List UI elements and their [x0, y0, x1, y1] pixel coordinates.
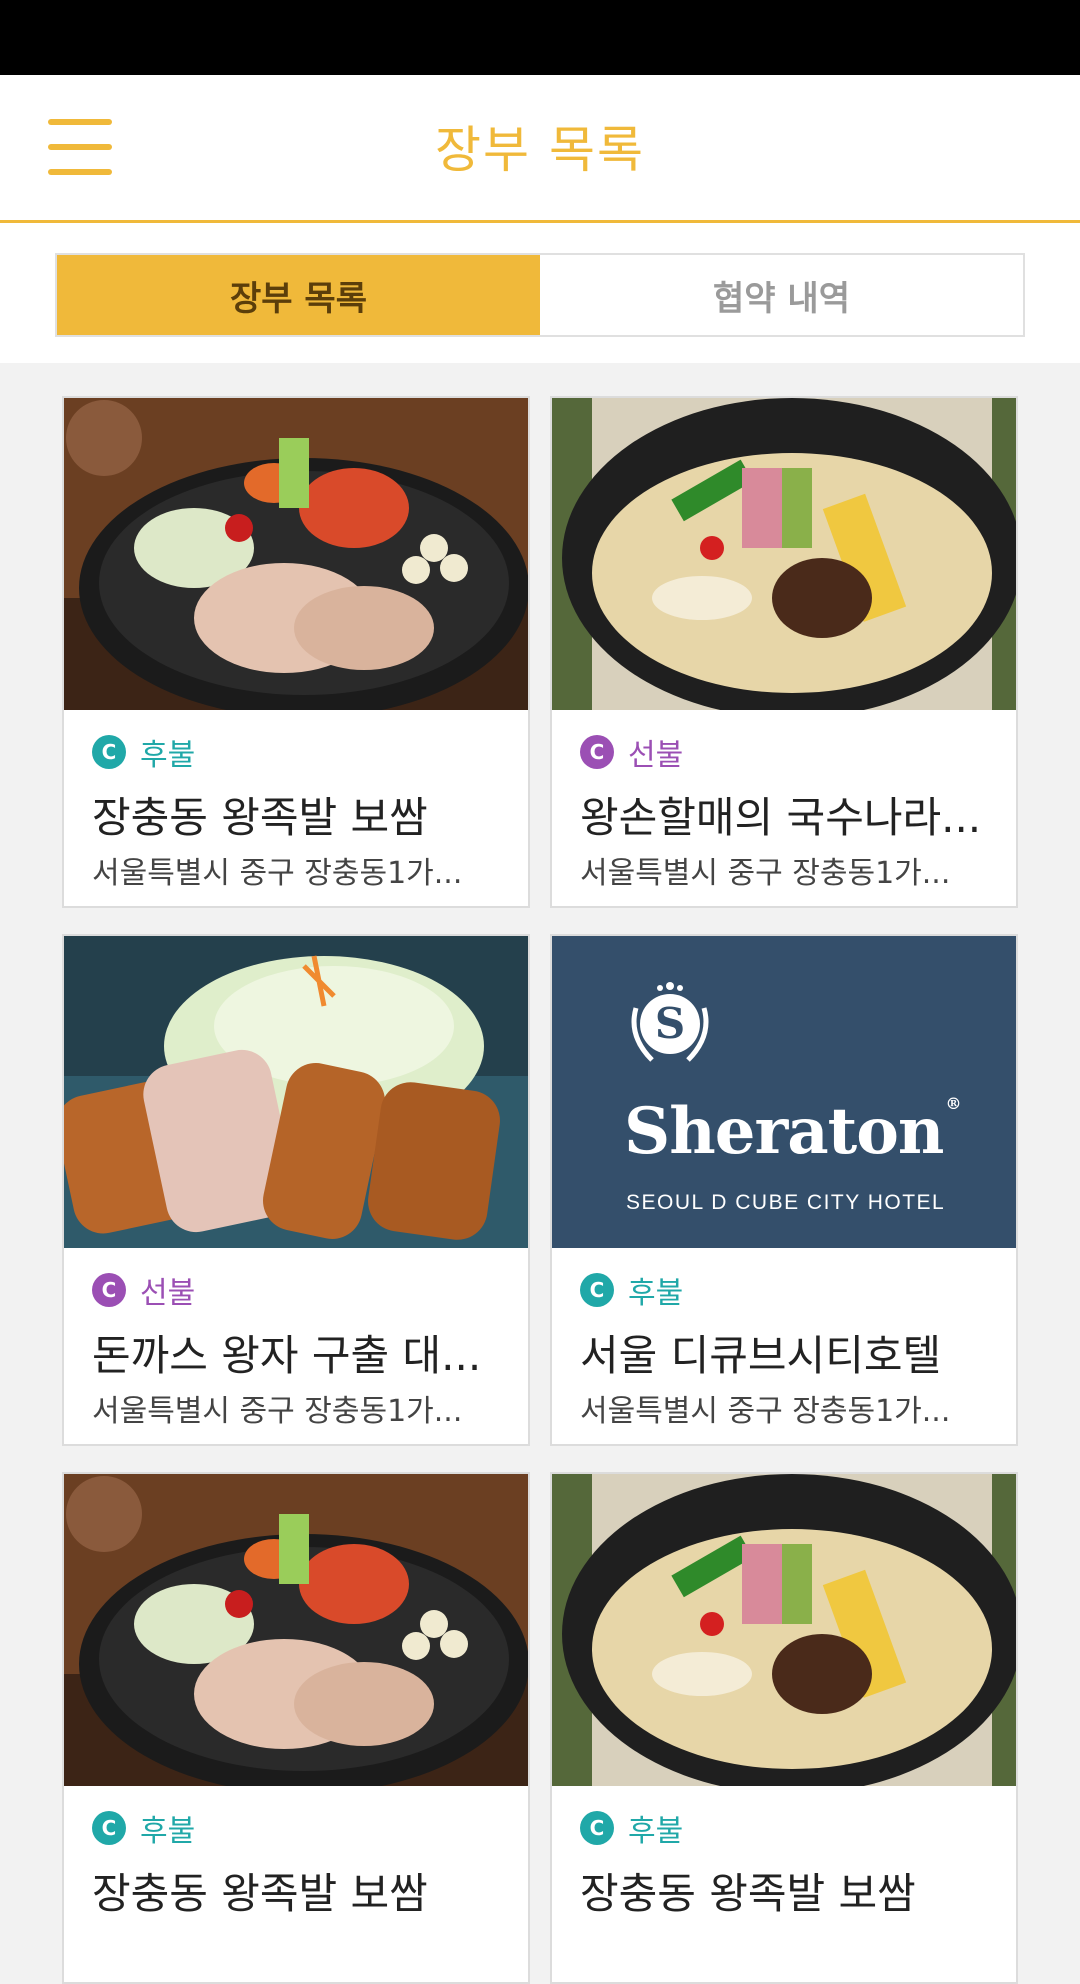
bossam-photo [64, 1474, 528, 1786]
c-circle-icon: C [92, 735, 126, 769]
c-circle-icon: C [580, 1811, 614, 1845]
payment-label: 선불 [140, 1276, 196, 1311]
sheraton-emblem-icon: S [631, 982, 709, 1062]
payment-type: C 선불 [580, 730, 683, 774]
store-address: 서울특별시 중구 장충동1가... [92, 856, 463, 891]
status-bar [0, 0, 1080, 75]
store-name: 장충동 왕족발 보쌈 [92, 1869, 428, 1918]
ledger-grid: C 후불 장충동 왕족발 보쌈 서울특별시 중구 장충동1가... C 선불 왕… [62, 396, 1018, 1984]
payment-label: 후불 [140, 738, 196, 773]
tab-agreement-history[interactable]: 협약 내역 [540, 255, 1023, 335]
store-name: 왕손할매의 국수나라... [580, 793, 982, 842]
sheraton-brand: Sheraton ® [624, 1094, 961, 1169]
tonkatsu-photo [64, 936, 528, 1248]
store-name: 장충동 왕족발 보쌈 [92, 793, 428, 842]
store-name: 장충동 왕족발 보쌈 [580, 1869, 916, 1918]
payment-type: C 후불 [92, 1806, 195, 1850]
ledger-card[interactable]: C 후불 장충동 왕족발 보쌈 [550, 1472, 1018, 1984]
noodle-photo [552, 1474, 1016, 1786]
payment-type: C 후불 [92, 730, 195, 774]
payment-type: C 후불 [580, 1806, 683, 1850]
payment-label: 후불 [628, 1814, 684, 1849]
payment-label: 후불 [140, 1814, 196, 1849]
tabs-area: 장부 목록 협약 내역 [0, 223, 1080, 363]
segmented-control: 장부 목록 협약 내역 [55, 253, 1025, 337]
payment-label: 후불 [628, 1276, 684, 1311]
tab-ledger-list[interactable]: 장부 목록 [57, 255, 540, 335]
store-name: 서울 디큐브시티호텔 [580, 1331, 942, 1380]
ledger-card[interactable]: S Sheraton ® SEOUL D CUBE CITY HOTEL C 후불… [550, 934, 1018, 1446]
ledger-card[interactable]: C 선불 돈까스 왕자 구출 대... 서울특별시 중구 장충동1가... [62, 934, 530, 1446]
svg-text:S: S [655, 999, 685, 1048]
c-circle-icon: C [580, 1273, 614, 1307]
payment-label: 선불 [628, 738, 684, 773]
bossam-photo [64, 398, 528, 710]
c-circle-icon: C [92, 1273, 126, 1307]
c-circle-icon: C [580, 735, 614, 769]
store-address: 서울특별시 중구 장충동1가... [580, 856, 951, 891]
ledger-card[interactable]: C 선불 왕손할매의 국수나라... 서울특별시 중구 장충동1가... [550, 396, 1018, 908]
page-title: 장부 목록 [435, 121, 645, 179]
sheraton-logo: S Sheraton ® SEOUL D CUBE CITY HOTEL [552, 936, 1016, 1248]
ledger-card[interactable]: C 후불 장충동 왕족발 보쌈 [62, 1472, 530, 1984]
store-address: 서울특별시 중구 장충동1가... [580, 1394, 951, 1429]
ledger-card[interactable]: C 후불 장충동 왕족발 보쌈 서울특별시 중구 장충동1가... [62, 396, 530, 908]
payment-type: C 후불 [580, 1268, 683, 1312]
store-address: 서울특별시 중구 장충동1가... [92, 1394, 463, 1429]
sheraton-subtitle: SEOUL D CUBE CITY HOTEL [626, 1191, 946, 1214]
store-name: 돈까스 왕자 구출 대... [92, 1331, 482, 1380]
noodle-photo [552, 398, 1016, 710]
payment-type: C 선불 [92, 1268, 195, 1312]
app-header: 장부 목록 [0, 75, 1080, 223]
c-circle-icon: C [92, 1811, 126, 1845]
